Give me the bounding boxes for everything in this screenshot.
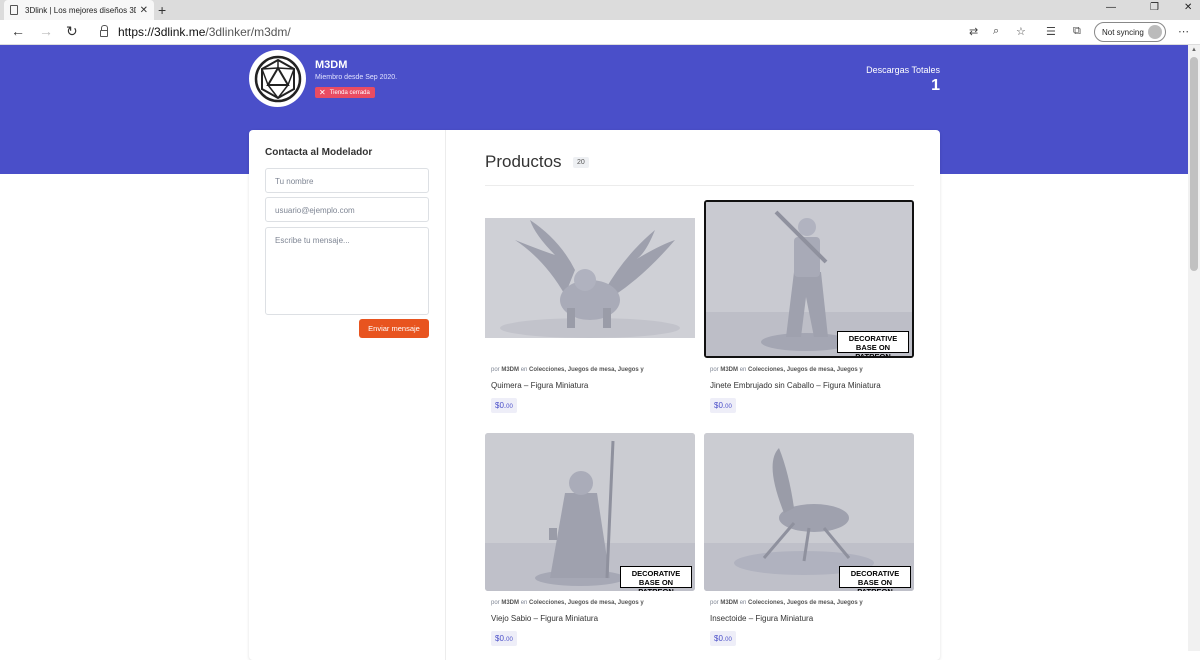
divider — [485, 185, 914, 186]
product-byline: por M3DM en Colecciones, Juegos de mesa,… — [491, 367, 644, 373]
store-name: M3DM — [315, 59, 348, 71]
favorites-icon[interactable]: ☰ — [1046, 25, 1056, 38]
product-image[interactable]: DECORATIVE BASE ON PATREON — [485, 433, 695, 591]
favorite-star-icon[interactable]: ☆ — [1016, 25, 1026, 38]
restore-icon[interactable]: ❐ — [1150, 2, 1159, 13]
refresh-icon[interactable]: ↻ — [66, 23, 78, 40]
product-price: $0.00 — [710, 631, 736, 646]
decorative-base-badge: DECORATIVE BASE ON PATREON — [620, 566, 692, 591]
product-title[interactable]: Viejo Sabio – Figura Miniatura — [491, 614, 598, 623]
page-icon — [10, 5, 18, 15]
send-message-button[interactable]: Enviar mensaje — [359, 319, 429, 338]
product-byline: por M3DM en Colecciones, Juegos de mesa,… — [710, 367, 863, 373]
product-image[interactable]: DECORATIVE BASE ON PATREON — [704, 200, 914, 358]
browser-tabstrip: 3Dlink | Los mejores diseños 3D... ✕ + —… — [0, 0, 1200, 20]
scrollbar[interactable]: ▲ — [1188, 45, 1200, 651]
close-icon[interactable]: ✕ — [140, 5, 148, 16]
product-byline: por M3DM en Colecciones, Juegos de mesa,… — [491, 600, 644, 606]
tab-title: 3Dlink | Los mejores diseños 3D... — [25, 5, 136, 15]
close-icon: ✕ — [319, 88, 326, 97]
scroll-thumb[interactable] — [1190, 57, 1198, 271]
decorative-base-badge: DECORATIVE BASE ON PATREON — [839, 566, 911, 591]
products-title: Productos — [485, 152, 562, 171]
member-since: Miembro desde Sep 2020. — [315, 74, 398, 81]
contact-sidebar: Contacta al Modelador Tu nombre usuario@… — [249, 130, 446, 660]
store-avatar — [249, 50, 306, 107]
browser-toolbar: ← → ↻ https://3dlink.me/3dlinker/m3dm/ ⇄… — [0, 20, 1200, 45]
product-title[interactable]: Jinete Embrujado sin Caballo – Figura Mi… — [710, 381, 881, 390]
decorative-base-badge: DECORATIVE BASE ON PATREON — [837, 331, 909, 356]
total-downloads-value: 1 — [931, 77, 940, 94]
store-closed-badge: ✕ Tienda cerrada — [315, 87, 375, 98]
product-price: $0.00 — [491, 631, 517, 646]
store-card: Contacta al Modelador Tu nombre usuario@… — [249, 130, 940, 660]
product-title[interactable]: Quimera – Figura Miniatura — [491, 381, 588, 390]
product-title[interactable]: Insectoide – Figura Miniatura — [710, 614, 813, 623]
total-downloads-label: Descargas Totales — [866, 65, 940, 75]
product-image[interactable] — [485, 200, 695, 358]
zoom-icon[interactable]: ⌕ — [993, 25, 999, 38]
close-window-icon[interactable]: ✕ — [1184, 2, 1192, 13]
more-menu-icon[interactable]: ⋯ — [1178, 25, 1189, 38]
product-price: $0.00 — [710, 398, 736, 413]
message-field[interactable]: Escribe tu mensaje... — [265, 227, 429, 315]
scroll-up-icon[interactable]: ▲ — [1191, 47, 1197, 53]
new-tab-icon[interactable]: + — [158, 2, 166, 18]
collections-icon[interactable]: ⧉ — [1073, 25, 1081, 38]
d20-logo-icon — [254, 55, 301, 102]
products-count-badge: 20 — [573, 157, 589, 168]
product-image[interactable]: DECORATIVE BASE ON PATREON — [704, 433, 914, 591]
browser-tab[interactable]: 3Dlink | Los mejores diseños 3D... ✕ — [4, 0, 154, 20]
name-field[interactable]: Tu nombre — [265, 168, 429, 193]
url-text: https://3dlink.me/3dlinker/m3dm/ — [118, 25, 291, 39]
lock-icon — [100, 25, 108, 37]
product-price: $0.00 — [491, 398, 517, 413]
sync-button[interactable]: Not syncing — [1094, 22, 1166, 42]
back-icon[interactable]: ← — [11, 23, 25, 39]
contact-title: Contacta al Modelador — [265, 147, 373, 158]
profile-avatar — [1148, 25, 1162, 39]
product-byline: por M3DM en Colecciones, Juegos de mesa,… — [710, 600, 863, 606]
minimize-icon[interactable]: — — [1106, 2, 1116, 13]
translate-icon[interactable]: ⇄ — [969, 25, 978, 38]
email-field[interactable]: usuario@ejemplo.com — [265, 197, 429, 222]
forward-icon[interactable]: → — [39, 23, 53, 39]
address-bar[interactable]: https://3dlink.me/3dlinker/m3dm/ — [92, 22, 1092, 42]
